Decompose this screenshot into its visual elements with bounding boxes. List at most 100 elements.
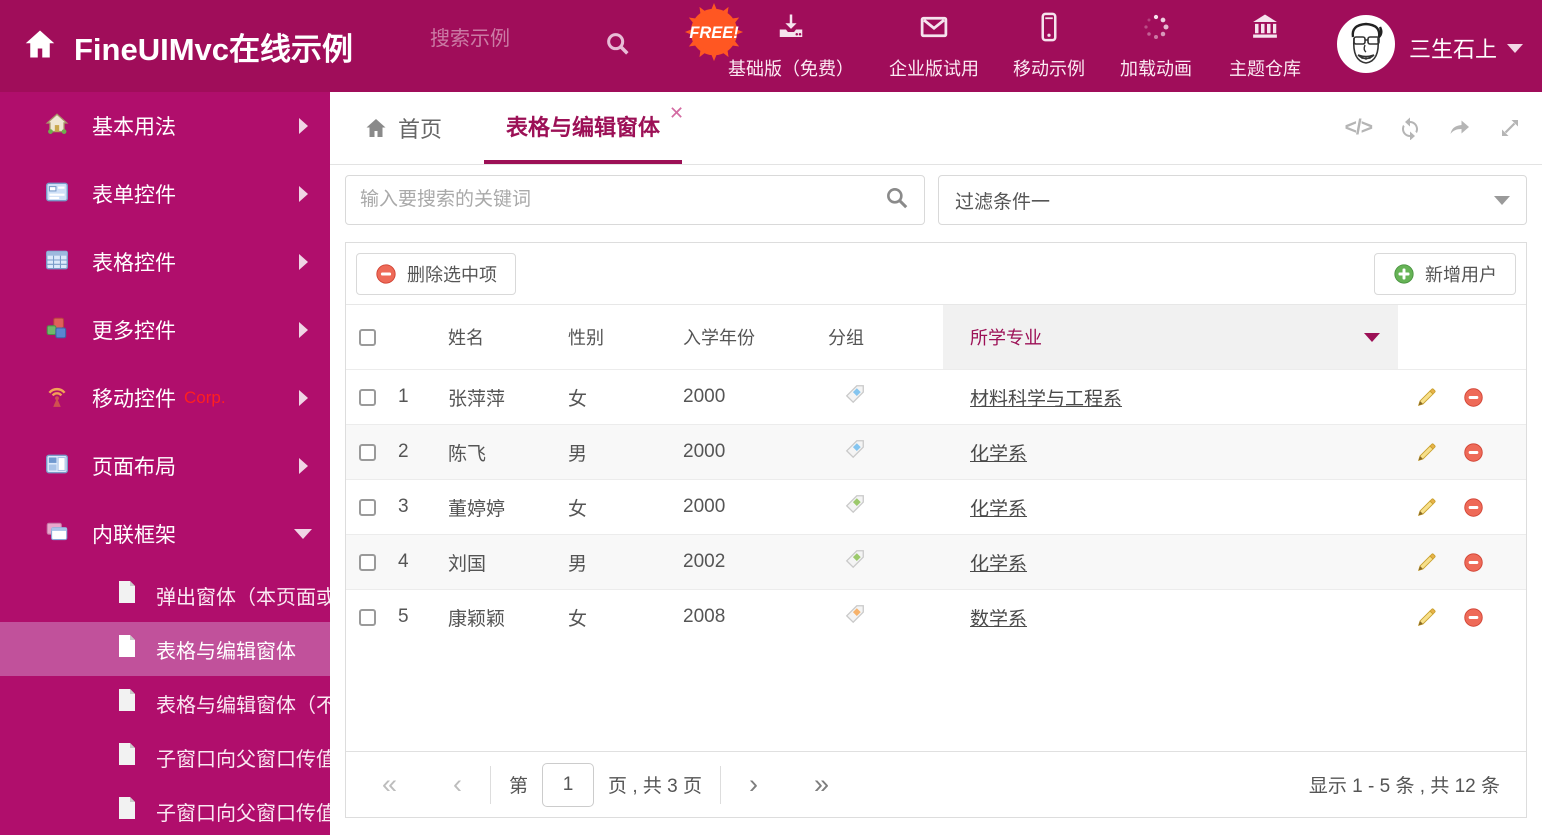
edit-icon[interactable] <box>1416 442 1437 463</box>
record-summary: 显示 1 - 5 条 , 共 12 条 <box>1308 776 1500 797</box>
next-page-button[interactable]: › <box>739 771 768 798</box>
sidebar-item-basic[interactable]: 基本用法 <box>0 92 330 160</box>
row-checkbox[interactable] <box>359 608 376 626</box>
major-link[interactable]: 数学系 <box>970 604 1027 631</box>
last-page-button[interactable]: » <box>804 771 839 798</box>
page-content: 过滤条件一 删除选中项 新增用户 <box>330 165 1542 835</box>
app-window: FineUIMvc在线示例 FREE! 基础版（免费） <box>0 0 1542 835</box>
tab-bar: 首页 表格与编辑窗体 ✕ </> <box>330 92 1542 165</box>
search-icon[interactable] <box>604 30 632 58</box>
sidebar-subitem-grid-edit-window[interactable]: 表格与编辑窗体 <box>0 622 330 676</box>
chevron-down-icon <box>1494 195 1510 205</box>
table-row: 4 刘国 男 2002 化学系 <box>346 534 1526 589</box>
cell-name: 康颖颖 <box>448 608 506 630</box>
select-all-checkbox[interactable] <box>359 328 376 346</box>
cell-year: 2000 <box>683 386 726 407</box>
sidebar-item-more[interactable]: 更多控件 <box>0 296 330 364</box>
home-icon <box>366 119 386 137</box>
search-icon[interactable] <box>884 185 910 216</box>
edit-icon[interactable] <box>1416 387 1437 408</box>
tab-grid-edit-window[interactable]: 表格与编辑窗体 ✕ <box>484 92 684 164</box>
sidebar-subitem-label: 表格与编辑窗体 <box>156 640 296 663</box>
avatar[interactable] <box>1337 15 1395 73</box>
chevron-right-icon <box>299 390 308 406</box>
antenna-icon <box>44 383 70 414</box>
sidebar-item-grid[interactable]: 表格控件 <box>0 228 330 296</box>
sidebar-item-label: 表单控件 <box>92 184 176 207</box>
grid-toolbar: 删除选中项 新增用户 <box>346 243 1526 305</box>
delete-icon[interactable] <box>1463 387 1484 408</box>
major-link[interactable]: 化学系 <box>970 439 1027 466</box>
sidebar: 基本用法 表单控件 表格控件 更多控件 移动控件 Corp. 页面布局 内联框架… <box>0 92 330 835</box>
row-checkbox[interactable] <box>359 553 376 571</box>
code-icon[interactable]: </> <box>1345 116 1373 140</box>
prev-page-button[interactable]: ‹ <box>443 771 472 798</box>
fullscreen-icon[interactable] <box>1498 116 1522 140</box>
cell-name: 陈飞 <box>448 443 487 465</box>
sidebar-subitem-popup[interactable]: 弹出窗体（本页面或... <box>0 568 330 622</box>
delete-icon[interactable] <box>1463 442 1484 463</box>
row-checkbox[interactable] <box>359 443 376 461</box>
file-icon <box>116 634 138 664</box>
sidebar-item-form[interactable]: 表单控件 <box>0 160 330 228</box>
header-action-enterprise[interactable]: 企业版试用 <box>868 12 1000 81</box>
column-major[interactable]: 所学专业 <box>943 305 1398 369</box>
chevron-right-icon <box>299 254 308 270</box>
page-number-input[interactable] <box>542 762 595 807</box>
tab-home[interactable]: 首页 <box>364 92 442 164</box>
filter-dropdown[interactable]: 过滤条件一 <box>938 175 1527 225</box>
tag-icon <box>844 438 866 466</box>
sidebar-subitem-child-to-parent[interactable]: 子窗口向父窗口传值 <box>0 730 330 784</box>
keyword-search-box <box>345 175 925 225</box>
first-page-button[interactable]: « <box>372 771 407 798</box>
edit-icon[interactable] <box>1416 552 1437 573</box>
chevron-right-icon <box>299 322 308 338</box>
column-group: 分组 <box>828 328 864 348</box>
file-icon <box>116 742 138 772</box>
column-name: 姓名 <box>448 328 484 348</box>
refresh-icon[interactable] <box>1398 116 1422 140</box>
filter-dropdown-value: 过滤条件一 <box>955 191 1051 213</box>
sidebar-item-layout[interactable]: 页面布局 <box>0 432 330 500</box>
sidebar-item-label: 移动控件 <box>92 388 176 411</box>
header-search-input[interactable] <box>430 28 595 51</box>
row-checkbox[interactable] <box>359 498 376 516</box>
home-icon[interactable] <box>22 26 58 62</box>
delete-icon[interactable] <box>1463 607 1484 628</box>
tag-icon <box>844 493 866 521</box>
table-row: 1 张萍萍 女 2000 材料科学与工程系 <box>346 369 1526 424</box>
delete-icon[interactable] <box>1463 497 1484 518</box>
cell-year: 2008 <box>683 606 726 627</box>
add-user-button[interactable]: 新增用户 <box>1374 252 1516 295</box>
sidebar-item-label: 页面布局 <box>92 456 176 479</box>
page-label-suffix: 页 , 共 3 页 <box>608 776 703 797</box>
edit-icon[interactable] <box>1416 497 1437 518</box>
sidebar-item-mobile[interactable]: 移动控件 Corp. <box>0 364 330 432</box>
cell-name: 董婷婷 <box>448 498 506 520</box>
major-link[interactable]: 材料科学与工程系 <box>970 384 1122 411</box>
row-number: 2 <box>398 441 409 462</box>
keyword-search-input[interactable] <box>360 189 884 211</box>
forward-icon[interactable] <box>1448 116 1472 140</box>
delete-icon[interactable] <box>1463 552 1484 573</box>
table-row: 2 陈飞 男 2000 化学系 <box>346 424 1526 479</box>
row-checkbox[interactable] <box>359 388 376 406</box>
tab-active-label: 表格与编辑窗体 <box>506 115 661 140</box>
column-major-label: 所学专业 <box>970 328 1042 348</box>
header-action-label: 主题仓库 <box>1229 59 1301 79</box>
tag-icon <box>844 548 866 576</box>
sidebar-subitem-grid-edit-window-2[interactable]: 表格与编辑窗体（不... <box>0 676 330 730</box>
close-icon[interactable]: ✕ <box>669 104 684 122</box>
row-number: 3 <box>398 496 409 517</box>
sidebar-subitem-child-to-parent-2[interactable]: 子窗口向父窗口传值... <box>0 784 330 835</box>
header-action-basic[interactable]: 基础版（免费） <box>725 12 857 81</box>
header-action-themes[interactable]: 主题仓库 <box>1199 12 1331 81</box>
major-link[interactable]: 化学系 <box>970 549 1027 576</box>
delete-selected-button[interactable]: 删除选中项 <box>356 252 516 295</box>
edit-icon[interactable] <box>1416 607 1437 628</box>
row-number: 4 <box>398 551 409 572</box>
user-menu[interactable]: 三生石上 <box>1409 32 1524 64</box>
sidebar-item-iframe[interactable]: 内联框架 <box>0 500 330 568</box>
grid-empty-space <box>346 644 1526 751</box>
major-link[interactable]: 化学系 <box>970 494 1027 521</box>
